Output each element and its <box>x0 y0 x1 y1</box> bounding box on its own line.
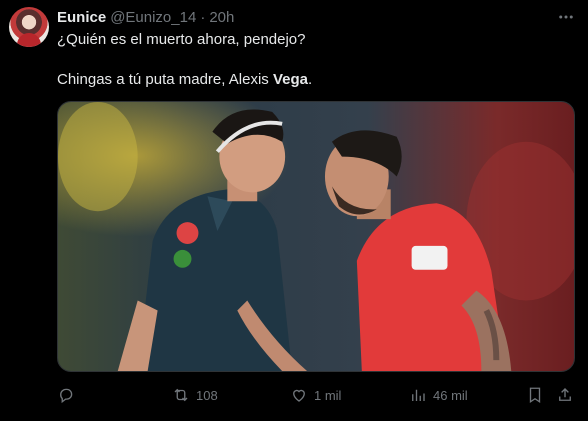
retweet-count: 108 <box>196 387 218 403</box>
retweet-button[interactable]: 108 <box>172 383 218 407</box>
share-icon <box>559 388 571 401</box>
tweet-text-line-2: Chingas a tú puta madre, Alexis Vega. <box>57 70 577 90</box>
retweet-icon <box>174 388 188 402</box>
timestamp[interactable]: 20h <box>209 9 234 26</box>
like-button[interactable]: 1 mil <box>290 383 341 407</box>
tweet-text-bold-name: Vega <box>272 71 308 88</box>
tweet-text-line-1: ¿Quién es el muerto ahora, pendejo? <box>57 31 306 48</box>
author-handle[interactable]: @Eunizo_14 <box>110 9 196 26</box>
tweet-header: Eunice @Eunizo_14 · 20h <box>57 7 234 27</box>
tweet-actions: 108 1 mil 46 mil <box>57 383 577 407</box>
photo-two-footballers <box>58 102 574 371</box>
tweet-photo[interactable] <box>57 101 575 372</box>
avatar[interactable] <box>9 7 49 47</box>
bookmark-button[interactable] <box>526 383 544 407</box>
like-icon <box>293 389 305 402</box>
separator-dot: · <box>200 8 206 26</box>
views-count: 46 mil <box>433 387 468 403</box>
share-button[interactable] <box>556 383 574 407</box>
tweet-text-line-2-prefix: Chingas a tú puta madre, Alexis <box>57 71 273 88</box>
author-name[interactable]: Eunice <box>57 9 106 26</box>
views-button[interactable]: 46 mil <box>409 383 468 407</box>
tweet-text-line-2-suffix: . <box>308 71 313 88</box>
reply-icon <box>60 388 73 404</box>
bookmark-icon <box>529 387 541 404</box>
more-icon[interactable] <box>556 8 576 26</box>
reply-button[interactable] <box>57 383 81 407</box>
like-count: 1 mil <box>314 387 342 403</box>
views-icon <box>412 389 425 401</box>
